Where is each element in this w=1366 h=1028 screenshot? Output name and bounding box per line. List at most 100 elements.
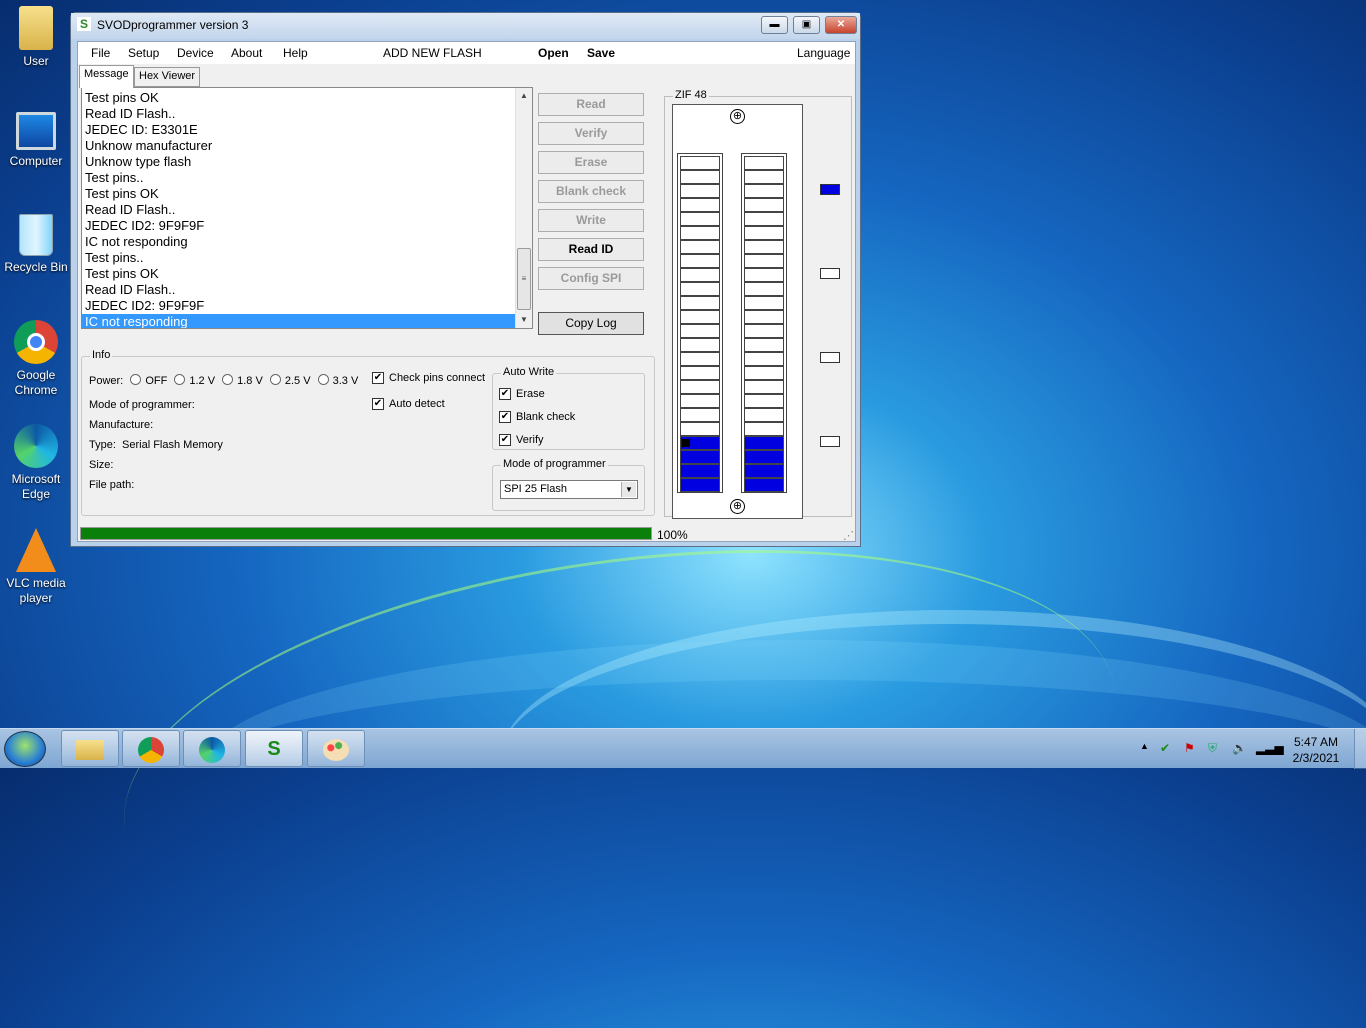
log-line[interactable]: Unknow type flash [82,154,516,170]
menu-file[interactable]: File [88,45,113,61]
log-scrollbar[interactable]: ▲ ≡ ▼ [515,88,532,328]
power-radio-1-2v[interactable] [174,374,186,385]
minimize-button[interactable]: ▬ [761,16,788,34]
zif-pin [680,240,720,254]
log-line[interactable]: IC not responding [82,234,516,250]
menu-save[interactable]: Save [584,45,618,61]
log-line[interactable]: Test pins.. [82,250,516,266]
resize-grip-icon[interactable]: ⋰ [843,529,854,542]
read-id-button[interactable]: Read ID [538,238,644,261]
zif-pin [680,310,720,324]
scroll-up-arrow-icon[interactable]: ▲ [516,88,532,104]
zif-pin [680,198,720,212]
clock-date: 2/3/2021 [1292,751,1340,765]
log-line[interactable]: Read ID Flash.. [82,282,516,298]
log-line[interactable]: Read ID Flash.. [82,202,516,218]
chevron-down-icon[interactable]: ▼ [621,482,636,497]
zif-pin [744,156,784,170]
menu-device[interactable]: Device [174,45,217,61]
mode-of-programmer-group: Mode of programmer SPI 25 Flash ▼ [492,458,645,511]
zif-pin [744,380,784,394]
zif-pin [680,170,720,184]
power-option-1-8v: 1.8 V [237,375,263,387]
menu-open[interactable]: Open [535,45,572,61]
progress-percent: 100% [657,528,688,542]
log-line[interactable]: JEDEC ID: E3301E [82,122,516,138]
blank-check-button[interactable]: Blank check [538,180,644,203]
scroll-thumb[interactable]: ≡ [517,248,531,310]
zif-label: ZIF 48 [673,89,709,101]
log-line[interactable]: Test pins OK [82,90,516,106]
menu-help[interactable]: Help [280,45,311,61]
log-line[interactable]: Read ID Flash.. [82,106,516,122]
zif-pin [744,184,784,198]
desktop-icon-google-chrome[interactable]: Google Chrome [4,320,68,398]
power-radio-off[interactable] [130,374,142,385]
menu-add-new-flash[interactable]: ADD NEW FLASH [380,45,485,61]
power-radio-2-5v[interactable] [269,374,281,385]
config-spi-button[interactable]: Config SPI [538,267,644,290]
menu-language[interactable]: Language [794,45,853,61]
network-signal-icon[interactable]: ▂▃▅ [1256,741,1284,755]
message-log[interactable]: Test pins OK Read ID Flash.. JEDEC ID: E33… [81,87,533,329]
write-button[interactable]: Write [538,209,644,232]
taskbar-svod[interactable]: S [245,730,303,767]
action-center-icon[interactable]: ⚑ [1184,741,1195,755]
show-desktop-button[interactable] [1354,729,1366,769]
desktop-icon-vlc[interactable]: VLC media player [4,528,68,606]
taskbar: S ▲ ✔ ⚑ ⛨ 🔈 ▂▃▅ 5:47 AM 2/3/2021 [0,728,1366,769]
sync-icon[interactable]: ✔ [1160,741,1170,755]
log-line[interactable]: JEDEC ID2: 9F9F9F [82,298,516,314]
system-clock[interactable]: 5:47 AM 2/3/2021 [1284,734,1348,766]
check-pins-connect-checkbox[interactable]: ✔ [372,372,384,384]
power-radio-1-8v[interactable] [222,374,234,385]
copy-log-button[interactable]: Copy Log [538,312,644,335]
log-line[interactable]: IC not responding [82,314,516,328]
log-line[interactable]: Test pins.. [82,170,516,186]
zif-pin [744,226,784,240]
log-line[interactable]: Test pins OK [82,266,516,282]
desktop-icon-computer[interactable]: Computer [4,112,68,169]
title-bar[interactable]: S SVODprogrammer version 3 ▬ ▣ ✕ [71,13,860,39]
power-radio-3-3v[interactable] [317,374,329,385]
desktop-icon-recycle-bin[interactable]: Recycle Bin [4,214,68,275]
zif-pin [680,324,720,338]
tab-hex-viewer[interactable]: Hex Viewer [134,67,201,87]
maximize-button[interactable]: ▣ [793,16,820,34]
show-hidden-icons-icon[interactable]: ▲ [1140,741,1149,751]
desktop-icon-user[interactable]: User [4,6,68,69]
menu-setup[interactable]: Setup [125,45,162,61]
taskbar-file-explorer[interactable] [61,730,119,767]
verify-button[interactable]: Verify [538,122,644,145]
security-icon[interactable]: ⛨ [1208,741,1217,756]
close-button[interactable]: ✕ [825,16,857,34]
scroll-down-arrow-icon[interactable]: ▼ [516,312,532,328]
manufacture-label: Manufacture: [89,419,154,431]
power-option-3-3v: 3.3 V [332,375,359,387]
tab-message[interactable]: Message [79,65,134,88]
auto-write-verify-checkbox[interactable]: ✔ [499,434,511,446]
auto-write-blank-check-checkbox[interactable]: ✔ [499,411,511,423]
menu-about[interactable]: About [228,45,265,61]
auto-detect-checkbox[interactable]: ✔ [372,398,384,410]
mode-select-value: SPI 25 Flash [504,483,567,495]
chrome-icon [138,736,164,763]
zif-pin [680,184,720,198]
taskbar-edge[interactable] [183,730,241,767]
log-line[interactable]: Test pins OK [82,186,516,202]
volume-icon[interactable]: 🔈 [1232,741,1247,755]
mode-select[interactable]: SPI 25 Flash ▼ [500,480,638,499]
read-button[interactable]: Read [538,93,644,116]
erase-button[interactable]: Erase [538,151,644,174]
zif-pin [744,436,784,450]
log-line[interactable]: JEDEC ID2: 9F9F9F [82,218,516,234]
pin-column-left [677,153,723,493]
auto-write-erase-checkbox[interactable]: ✔ [499,388,511,400]
log-line[interactable]: Unknow manufacturer [82,138,516,154]
taskbar-chrome[interactable] [122,730,180,767]
start-button[interactable] [4,731,46,767]
zif-pin [744,212,784,226]
desktop-icon-microsoft-edge[interactable]: Microsoft Edge [4,424,68,502]
taskbar-paint[interactable] [307,730,365,767]
zif-pin [744,310,784,324]
